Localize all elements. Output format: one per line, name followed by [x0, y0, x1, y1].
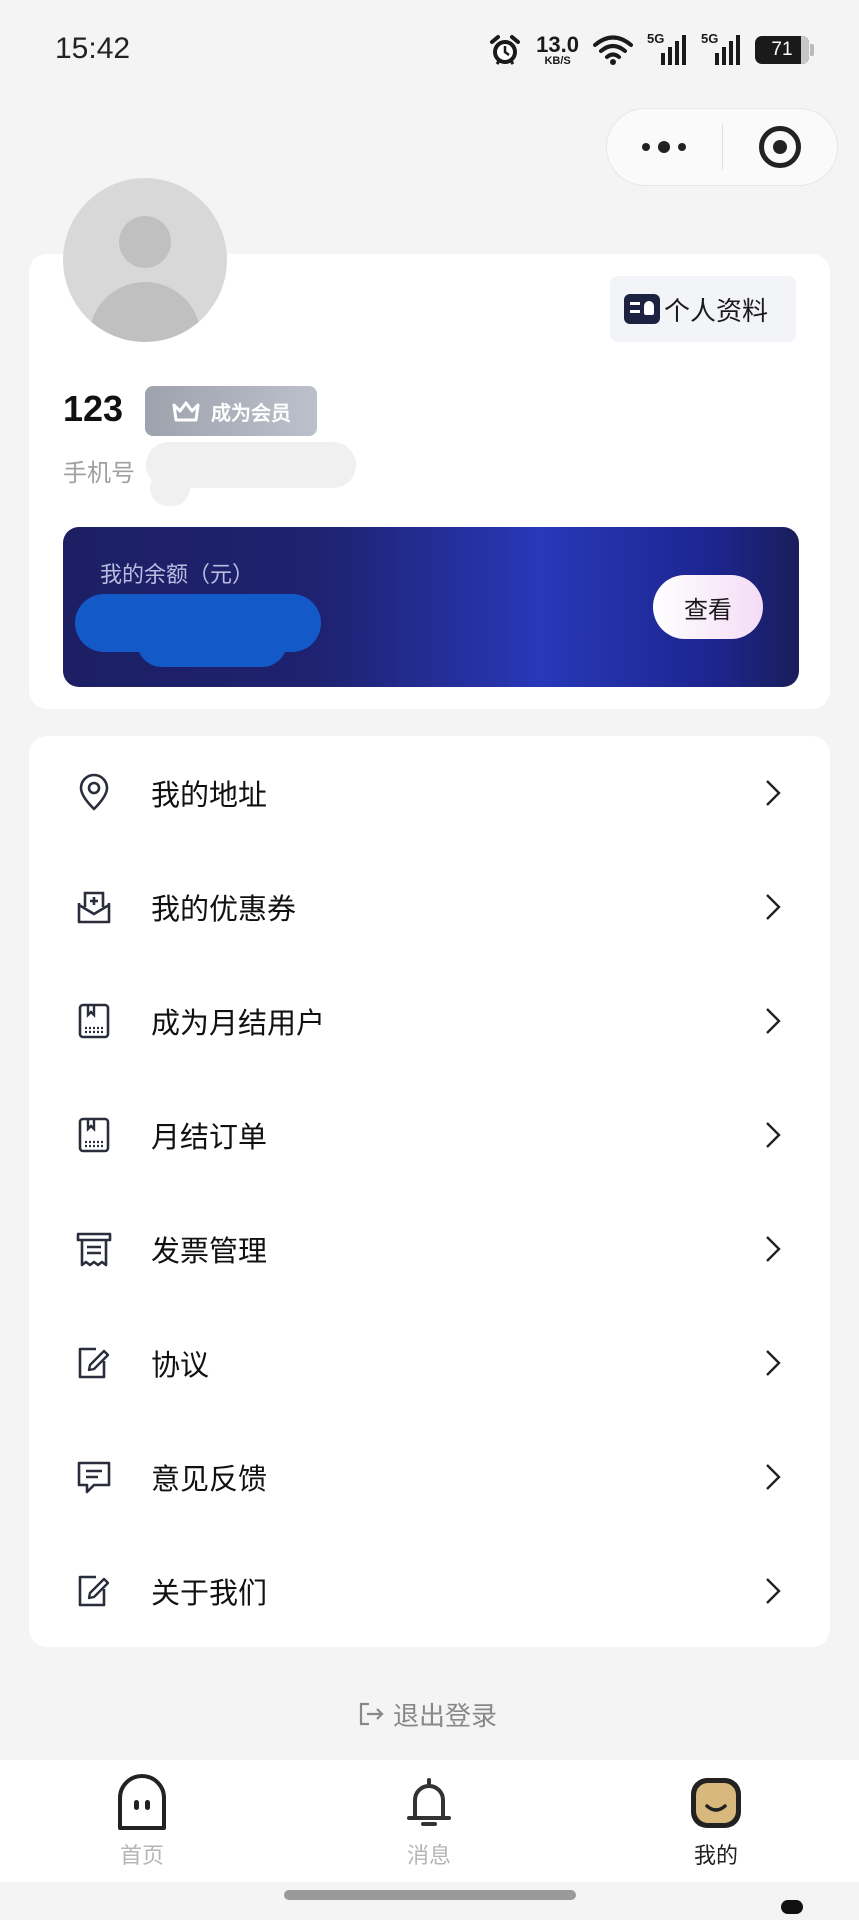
home-indicator[interactable]	[284, 1890, 576, 1900]
wifi-icon	[593, 35, 633, 65]
mine-face-icon	[691, 1778, 741, 1828]
logout-icon	[359, 1702, 384, 1726]
menu-item-about[interactable]: 关于我们	[29, 1534, 830, 1648]
id-card-icon	[624, 294, 660, 324]
more-button[interactable]	[607, 109, 722, 185]
chevron-right-icon	[766, 1464, 781, 1490]
chevron-right-icon	[766, 1350, 781, 1376]
signal-icon-sim2: 5G	[701, 31, 741, 67]
tab-home[interactable]: 首页	[82, 1774, 202, 1870]
balance-title: 我的余额（元）	[100, 563, 255, 588]
signal-icon-sim1: 5G	[647, 31, 687, 67]
menu-item-address[interactable]: 我的地址	[29, 736, 830, 850]
menu-item-label: 关于我们	[151, 1576, 268, 1610]
menu-item-label: 我的优惠券	[151, 892, 297, 926]
chevron-right-icon	[766, 894, 781, 920]
status-time: 15:42	[55, 32, 131, 65]
net-speed: 13.0 KB/S	[536, 31, 579, 67]
bell-icon	[407, 1778, 451, 1826]
battery-icon: 71	[755, 36, 814, 64]
menu-item-label: 协议	[151, 1348, 210, 1382]
ledger-icon	[78, 1117, 110, 1153]
status-bar: 15:42 13.0 KB/S 5G 5G 71	[0, 0, 859, 100]
menu-item-label: 意见反馈	[151, 1462, 268, 1496]
tab-mine[interactable]: 我的	[656, 1774, 776, 1870]
alarm-icon	[490, 35, 521, 65]
profile-info-label: 个人资料	[664, 296, 769, 327]
profile-info-button[interactable]: 个人资料	[610, 276, 796, 342]
tab-bar: 首页 消息 我的	[0, 1760, 859, 1882]
logout-button[interactable]: 退出登录	[357, 1692, 497, 1736]
menu-item-label: 发票管理	[151, 1234, 268, 1268]
close-miniprogram-button[interactable]	[723, 109, 838, 185]
view-balance-button[interactable]: 查看	[653, 575, 763, 639]
more-dots-icon	[642, 141, 687, 153]
floating-dot	[781, 1900, 803, 1914]
coupon-inbox-icon	[77, 891, 111, 924]
location-pin-icon	[79, 773, 109, 811]
invoice-icon	[76, 1232, 112, 1267]
status-icons: 13.0 KB/S 5G 5G 71	[488, 30, 814, 70]
avatar[interactable]	[63, 178, 227, 342]
chevron-right-icon	[766, 1578, 781, 1604]
menu-item-monthly-orders[interactable]: 月结订单	[29, 1078, 830, 1192]
menu-item-coupons[interactable]: 我的优惠券	[29, 850, 830, 964]
chevron-right-icon	[766, 1008, 781, 1034]
menu-item-label: 月结订单	[151, 1120, 268, 1154]
become-member-button[interactable]: 成为会员	[145, 386, 317, 436]
edit-document-icon	[78, 1575, 110, 1607]
balance-card: 我的余额（元） 查看	[63, 527, 799, 687]
become-member-label: 成为会员	[211, 400, 291, 425]
balance-redaction-tail	[137, 617, 287, 667]
phone-label: 手机号	[63, 459, 135, 487]
ledger-icon	[78, 1003, 110, 1039]
menu-item-monthly-user[interactable]: 成为月结用户	[29, 964, 830, 1078]
phone-redaction-tail	[150, 470, 190, 506]
miniprogram-capsule	[606, 108, 838, 186]
crown-icon	[172, 401, 200, 422]
home-face-icon	[118, 1774, 166, 1830]
logout-label: 退出登录	[393, 1701, 498, 1732]
menu-item-agreement[interactable]: 协议	[29, 1306, 830, 1420]
menu-item-label: 我的地址	[151, 778, 268, 812]
tab-mine-label: 我的	[693, 1844, 738, 1869]
username: 123	[63, 388, 124, 429]
chevron-right-icon	[766, 780, 781, 806]
menu-card: 我的地址 我的优惠券 成为月结用户 月结订单 发票管理 协议 意见反馈 关于我们	[29, 736, 830, 1647]
chevron-right-icon	[766, 1236, 781, 1262]
target-circle-icon	[758, 126, 801, 168]
menu-item-label: 成为月结用户	[151, 1006, 326, 1040]
edit-document-icon	[78, 1347, 110, 1379]
menu-item-feedback[interactable]: 意见反馈	[29, 1420, 830, 1534]
message-icon	[77, 1461, 111, 1494]
tab-messages-label: 消息	[406, 1844, 451, 1869]
tab-messages[interactable]: 消息	[369, 1774, 489, 1870]
chevron-right-icon	[766, 1122, 781, 1148]
tab-home-label: 首页	[119, 1844, 164, 1869]
menu-item-invoices[interactable]: 发票管理	[29, 1192, 830, 1306]
